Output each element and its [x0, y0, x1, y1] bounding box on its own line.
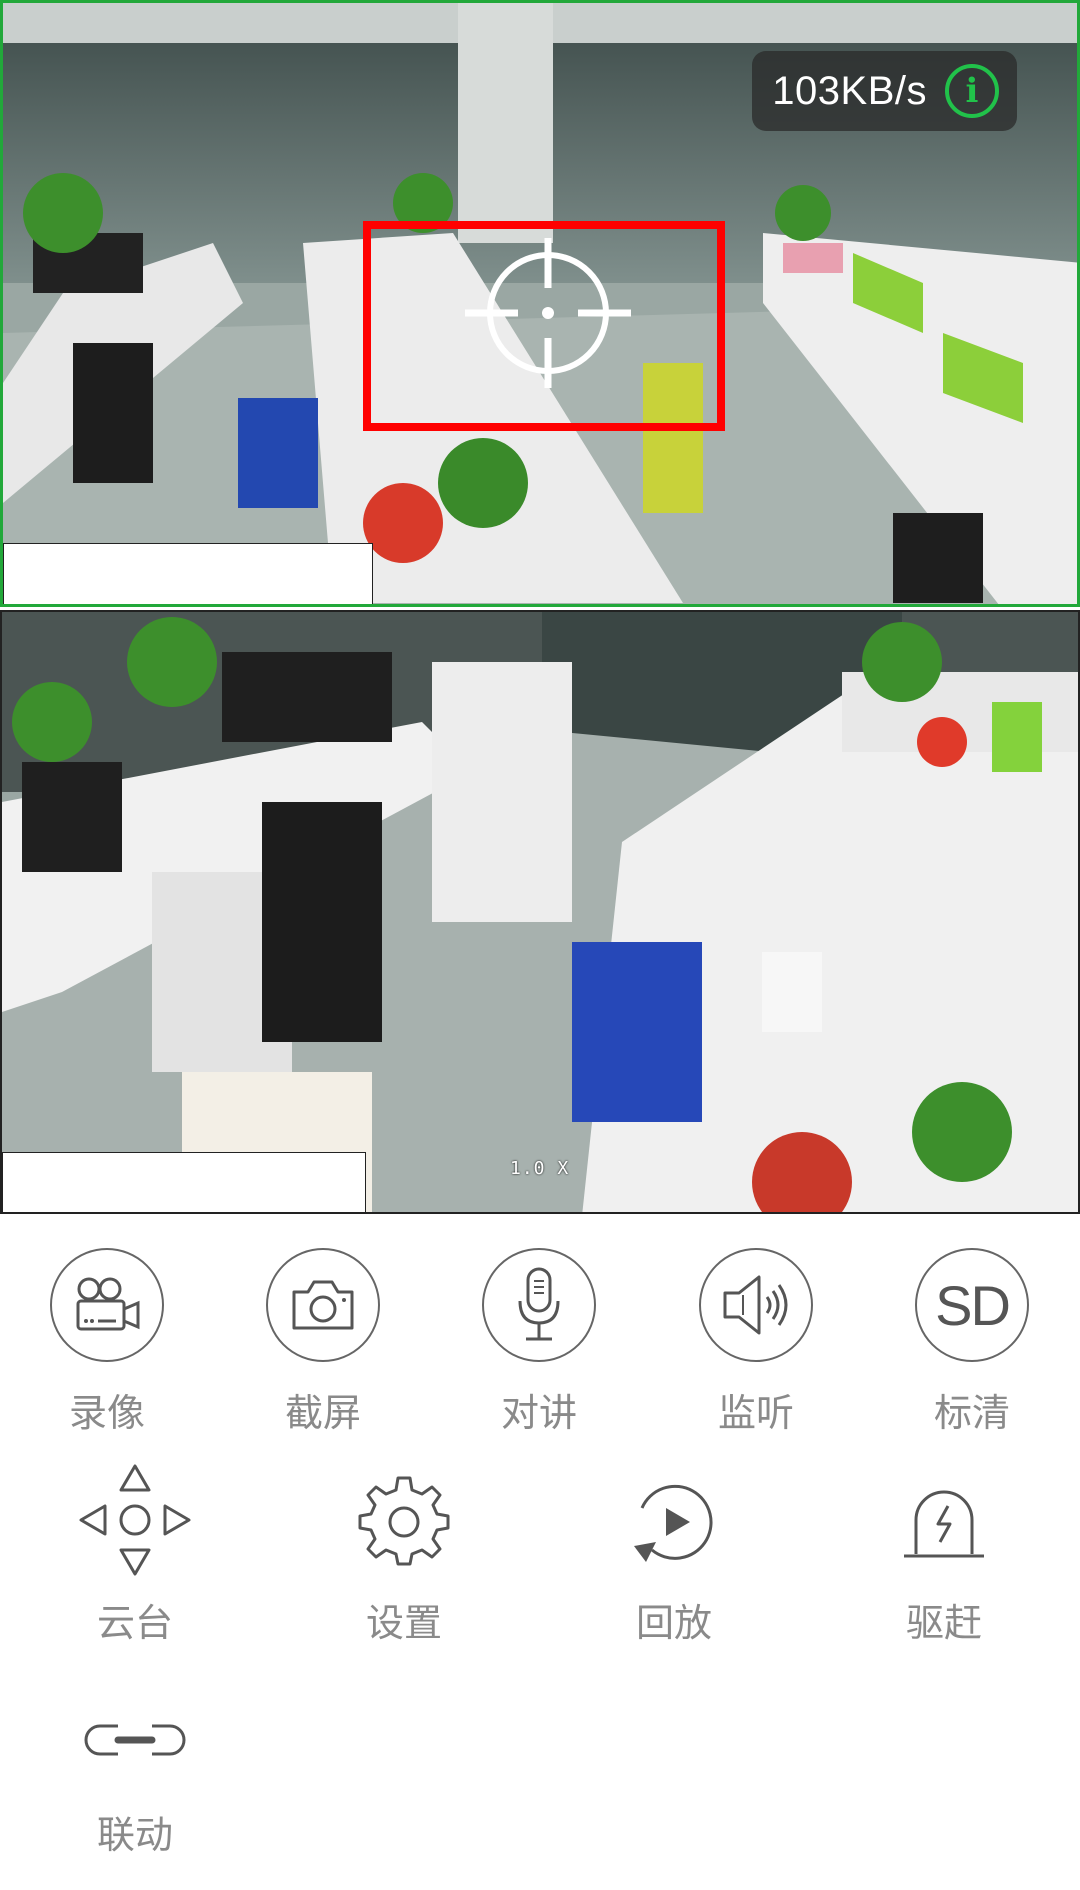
ptz-label: 云台	[96, 1601, 173, 1645]
alarm-icon	[896, 1460, 992, 1580]
sd-quality-button[interactable]: SD 标清	[882, 1248, 1062, 1437]
screenshot-label: 截屏	[284, 1391, 361, 1435]
talk-button[interactable]: 对讲	[449, 1248, 629, 1437]
sd-icon: SD	[915, 1248, 1029, 1362]
sd-quality-label: 标清	[933, 1391, 1010, 1435]
record-label: 录像	[68, 1391, 145, 1435]
privacy-mask	[3, 543, 373, 604]
crosshair-icon[interactable]	[463, 238, 633, 408]
gear-icon	[356, 1460, 452, 1580]
bitrate-text: 103KB/s	[772, 68, 927, 113]
deter-button[interactable]: 驱赶	[854, 1460, 1034, 1647]
video-camera-icon	[50, 1248, 164, 1362]
talk-label: 对讲	[500, 1391, 577, 1435]
linkage-label: 联动	[96, 1813, 173, 1857]
playback-button[interactable]: 回放	[584, 1460, 764, 1647]
camera-feed-2[interactable]	[0, 610, 1080, 1214]
playback-icon	[626, 1460, 722, 1580]
speaker-icon	[699, 1248, 813, 1362]
bitrate-indicator[interactable]: 103KB/s i	[752, 51, 1017, 131]
screenshot-button[interactable]: 截屏	[233, 1248, 413, 1437]
playback-label: 回放	[635, 1601, 712, 1645]
deter-label: 驱赶	[905, 1601, 982, 1645]
zoom-level: 1.0 X	[510, 1158, 570, 1179]
link-icon	[80, 1680, 190, 1800]
camera-icon	[266, 1248, 380, 1362]
office-scene-image	[2, 612, 1078, 1212]
ptz-arrows-icon	[77, 1460, 193, 1580]
settings-label: 设置	[365, 1601, 442, 1645]
ptz-button[interactable]: 云台	[45, 1460, 225, 1647]
sd-icon-text: SD	[935, 1273, 1011, 1337]
listen-button[interactable]: 监听	[666, 1248, 846, 1437]
settings-button[interactable]: 设置	[314, 1460, 494, 1647]
privacy-mask	[2, 1152, 366, 1212]
microphone-icon	[482, 1248, 596, 1362]
linkage-button[interactable]: 联动	[45, 1680, 225, 1859]
record-button[interactable]: 录像	[17, 1248, 197, 1437]
listen-label: 监听	[717, 1391, 794, 1435]
camera-feed-1[interactable]: 103KB/s i	[0, 0, 1080, 607]
info-icon[interactable]: i	[945, 64, 999, 118]
